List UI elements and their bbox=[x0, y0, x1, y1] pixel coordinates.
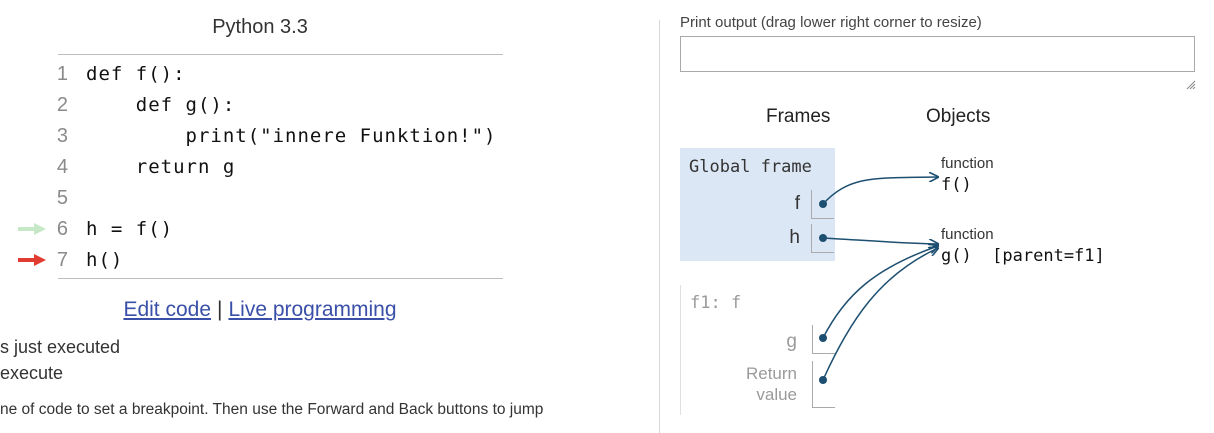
arrow-f-to-function-f bbox=[822, 177, 938, 205]
arrow-g-to-function-g bbox=[822, 246, 938, 339]
pointer-arrows bbox=[822, 0, 1214, 381]
arrow-return-to-function-g bbox=[822, 248, 938, 381]
arrow-h-to-function-g bbox=[822, 237, 938, 244]
